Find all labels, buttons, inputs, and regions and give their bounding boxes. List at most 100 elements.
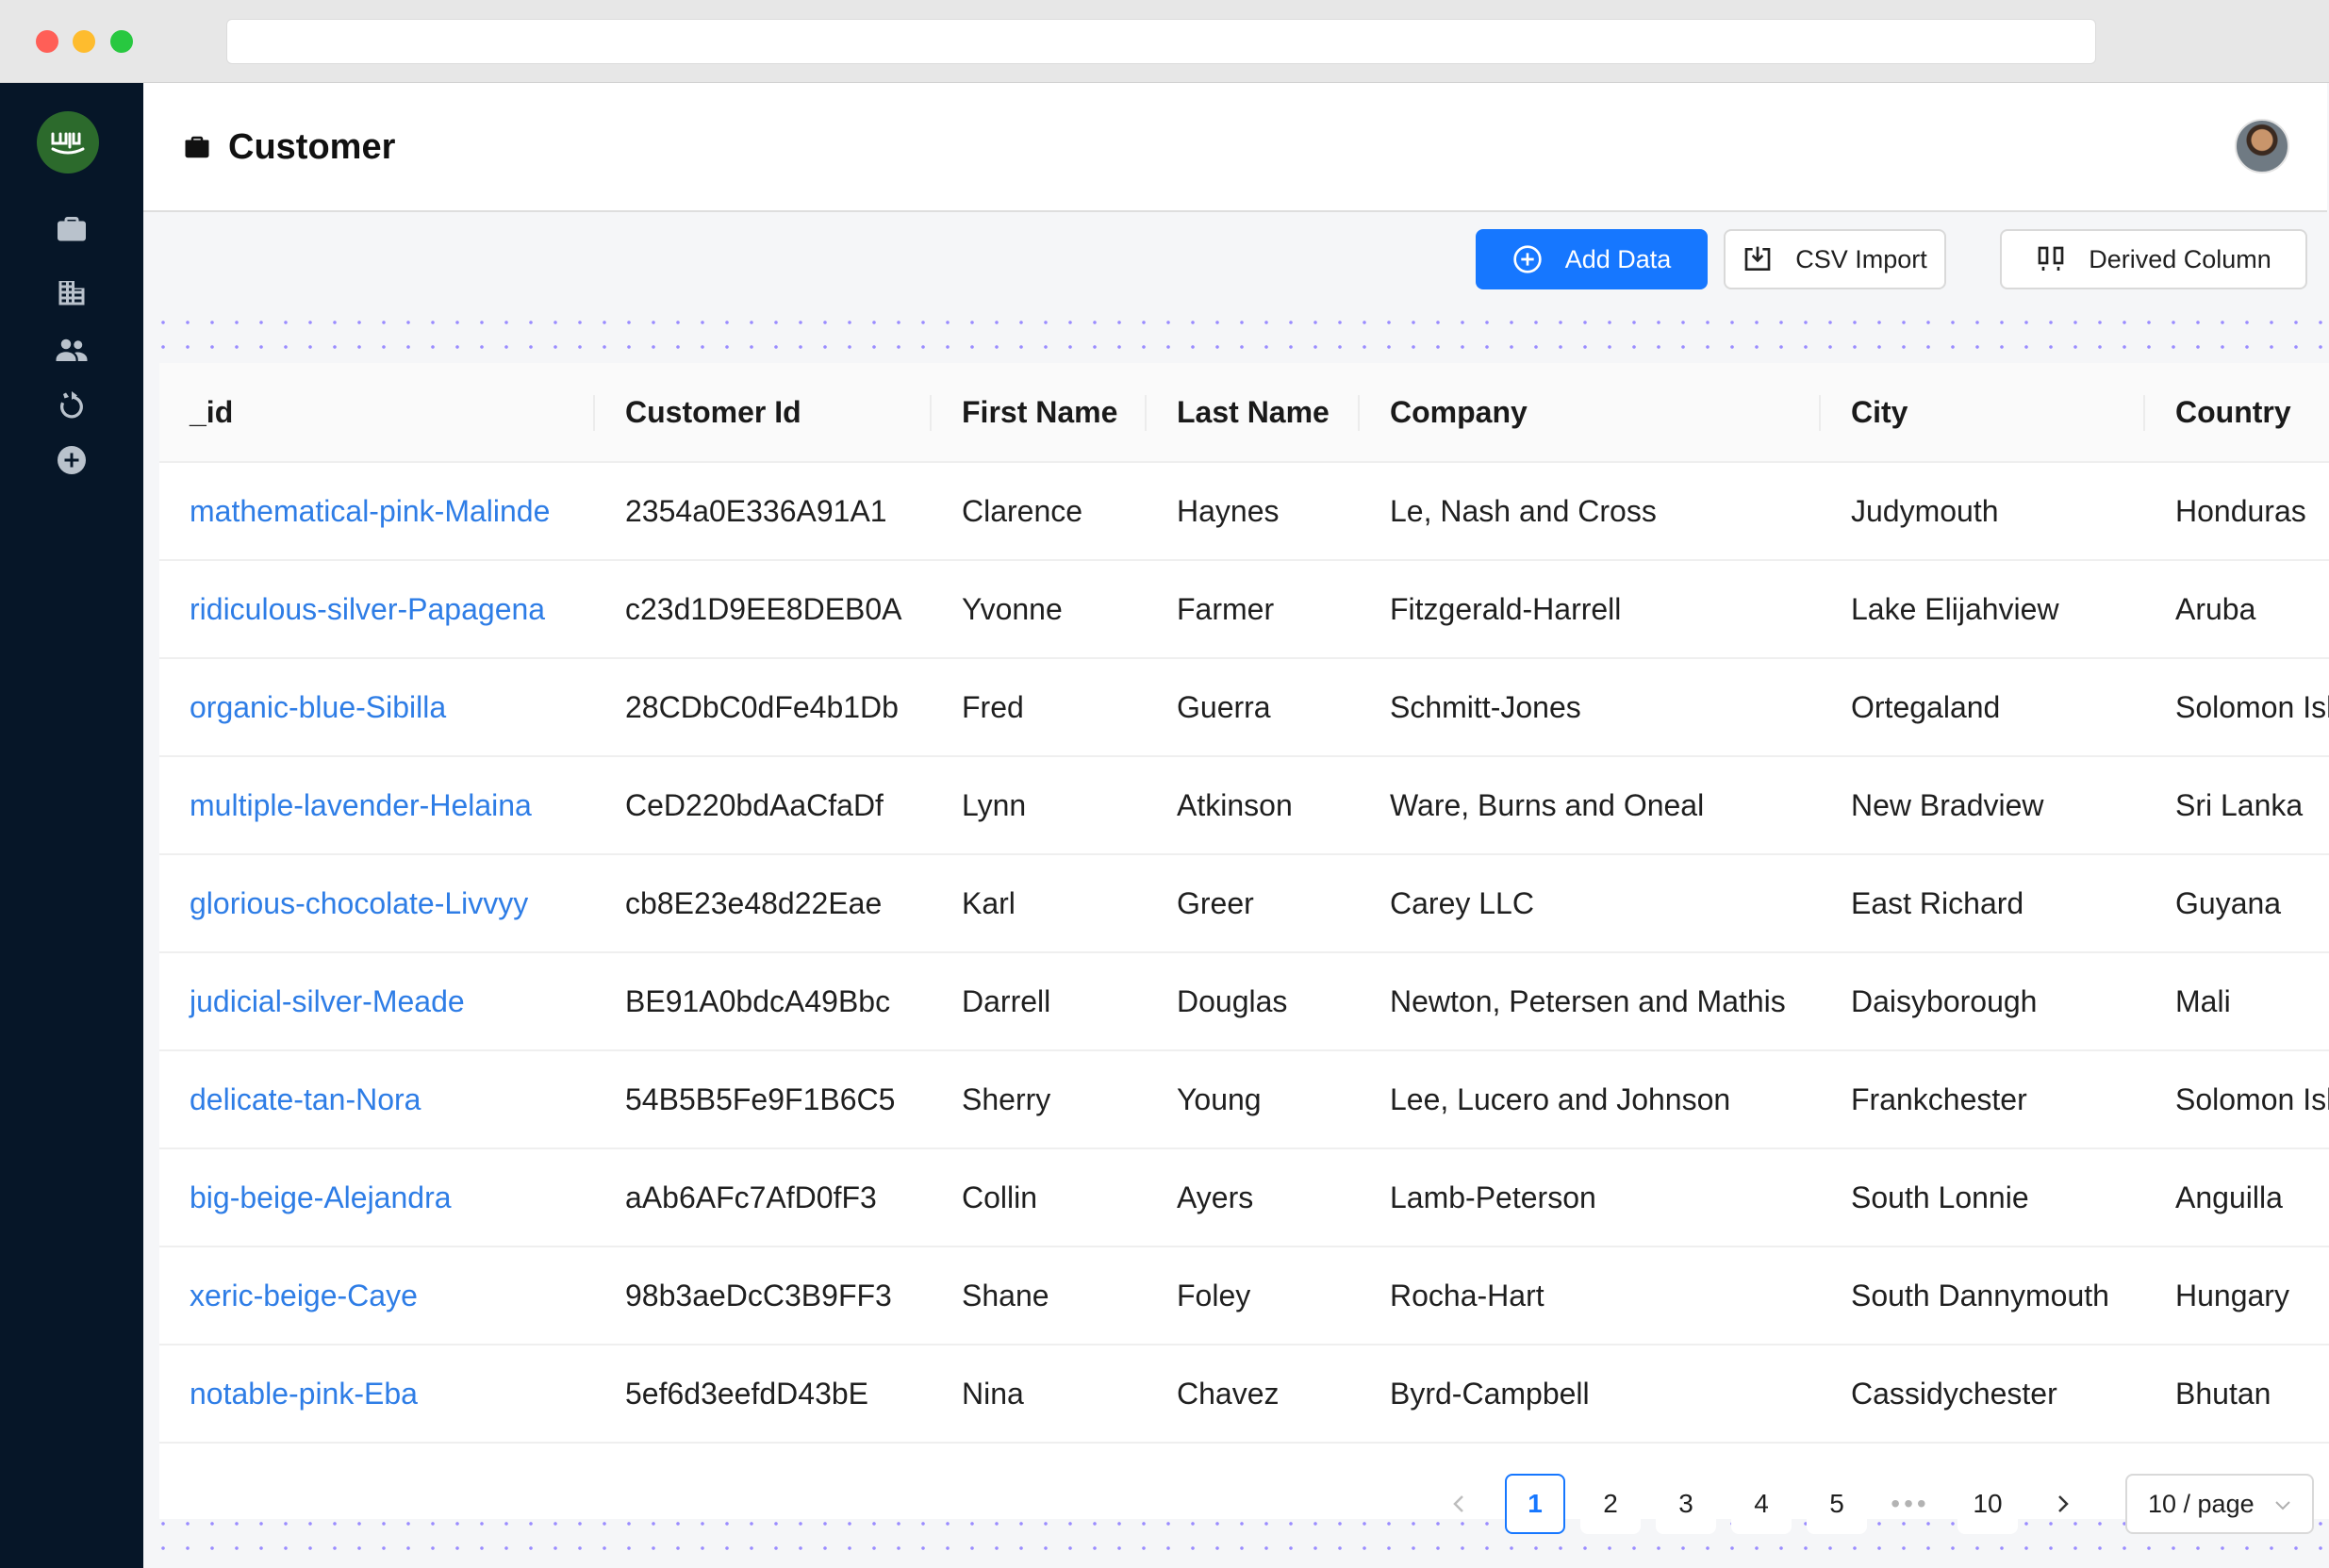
users-icon[interactable] <box>55 333 89 367</box>
cell-company: Lamb-Peterson <box>1360 1148 1821 1247</box>
page-title: Customer <box>228 126 396 167</box>
cell-company: Rocha-Hart <box>1360 1246 1821 1345</box>
avatar[interactable] <box>2235 119 2289 173</box>
page-title-group: Customer <box>183 124 395 170</box>
sidebar <box>0 83 143 1568</box>
cell-first-name: Shane <box>932 1246 1147 1345</box>
cell-city: Lake Elijahview <box>1821 560 2145 659</box>
app-logo[interactable] <box>37 111 99 173</box>
table-row[interactable]: organic-blue-Sibilla 28CDbC0dFe4b1Db Fred G… <box>159 658 2329 757</box>
cell-id[interactable]: notable-pink-Eba <box>159 1345 595 1444</box>
cell-customer-id: 54B5B5Fe9F1B6C5 <box>595 1050 932 1149</box>
cell-country: Hungary <box>2145 1246 2329 1345</box>
cell-last-name: Guerra <box>1147 658 1360 757</box>
minimize-window-button[interactable] <box>73 30 95 53</box>
building-icon[interactable] <box>55 275 89 309</box>
maximize-window-button[interactable] <box>110 30 133 53</box>
cell-id[interactable]: mathematical-pink-Malinde <box>159 462 595 561</box>
cell-company: Carey LLC <box>1360 854 1821 953</box>
table-row[interactable]: big-beige-Alejandra aAb6AFc7AfD0fF3 Collin… <box>159 1148 2329 1247</box>
page-button-5[interactable]: 5 <box>1807 1474 1867 1534</box>
table-row[interactable]: glorious-chocolate-Livvyy cb8E23e48d22Eae… <box>159 854 2329 953</box>
page-button-3[interactable]: 3 <box>1656 1474 1716 1534</box>
cell-id[interactable]: judicial-silver-Meade <box>159 952 595 1051</box>
cell-company: Ware, Burns and Oneal <box>1360 756 1821 855</box>
csv-import-button[interactable]: CSV Import <box>1724 229 1946 289</box>
table-row[interactable]: xeric-beige-Caye 98b3aeDcC3B9FF3 Shane Fole… <box>159 1246 2329 1345</box>
cell-first-name: Clarence <box>932 462 1147 561</box>
page-size-value: 10 / page <box>2148 1489 2255 1518</box>
chevron-right-icon <box>2058 1495 2069 1512</box>
cell-customer-id: CeD220bdAaCfaDf <box>595 756 932 855</box>
cell-city: Judymouth <box>1821 462 2145 561</box>
cell-first-name: Fred <box>932 658 1147 757</box>
cell-city: South Lonnie <box>1821 1148 2145 1247</box>
cell-id[interactable]: glorious-chocolate-Livvyy <box>159 854 595 953</box>
column-header-company[interactable]: Company <box>1360 363 1821 463</box>
cell-country: Mali <box>2145 952 2329 1051</box>
table-header-row: _id Customer Id First Name Last Name Com… <box>159 363 2329 463</box>
cell-country: Solomon Islands <box>2145 1050 2329 1149</box>
cell-city: Ortegaland <box>1821 658 2145 757</box>
column-header-id[interactable]: _id <box>159 363 595 463</box>
cycle-icon[interactable] <box>55 388 89 422</box>
page-ellipsis[interactable]: ••• <box>1880 1474 1941 1534</box>
column-header-last-name[interactable]: Last Name <box>1147 363 1360 463</box>
add-data-button[interactable]: Add Data <box>1476 229 1708 289</box>
cell-id[interactable]: delicate-tan-Nora <box>159 1050 595 1149</box>
table-row[interactable]: ridiculous-silver-Papagena c23d1D9EE8DEB0… <box>159 560 2329 659</box>
prev-page-button[interactable] <box>1429 1474 1489 1534</box>
cell-company: Lee, Lucero and Johnson <box>1360 1050 1821 1149</box>
cell-company: Schmitt-Jones <box>1360 658 1821 757</box>
cell-id[interactable]: big-beige-Alejandra <box>159 1148 595 1247</box>
cell-city: East Richard <box>1821 854 2145 953</box>
column-header-first-name[interactable]: First Name <box>932 363 1147 463</box>
column-header-customer-id[interactable]: Customer Id <box>595 363 932 463</box>
page-button-1[interactable]: 1 <box>1505 1474 1565 1534</box>
cell-city: Frankchester <box>1821 1050 2145 1149</box>
next-page-button[interactable] <box>2033 1474 2093 1534</box>
import-icon <box>1744 246 1771 271</box>
table-row[interactable]: judicial-silver-Meade BE91A0bdcA49Bbc Darr… <box>159 952 2329 1051</box>
briefcase-icon <box>185 136 209 158</box>
table-row[interactable]: delicate-tan-Nora 54B5B5Fe9F1B6C5 Sherry Yo… <box>159 1050 2329 1149</box>
cell-id[interactable]: ridiculous-silver-Papagena <box>159 560 595 659</box>
cell-customer-id: cb8E23e48d22Eae <box>595 854 932 953</box>
page-button-2[interactable]: 2 <box>1580 1474 1641 1534</box>
cell-customer-id: BE91A0bdcA49Bbc <box>595 952 932 1051</box>
table-row[interactable]: mathematical-pink-Malinde 2354a0E336A91A1… <box>159 462 2329 561</box>
briefcase-icon[interactable] <box>55 211 89 245</box>
close-window-button[interactable] <box>36 30 58 53</box>
table-row[interactable]: notable-pink-Eba 5ef6d3eefdD43bE Nina Chave… <box>159 1345 2329 1444</box>
cell-id[interactable]: multiple-lavender-Helaina <box>159 756 595 855</box>
cell-customer-id: 98b3aeDcC3B9FF3 <box>595 1246 932 1345</box>
plus-circle-icon <box>1513 245 1542 273</box>
cell-last-name: Young <box>1147 1050 1360 1149</box>
plus-circle-icon[interactable] <box>55 443 89 477</box>
table-row[interactable]: multiple-lavender-Helaina CeD220bdAaCfaDf… <box>159 756 2329 855</box>
column-header-city[interactable]: City <box>1821 363 2145 463</box>
cell-company: Le, Nash and Cross <box>1360 462 1821 561</box>
data-table: _id Customer Id First Name Last Name Com… <box>159 363 2329 1519</box>
cell-country: Solomon Islands <box>2145 658 2329 757</box>
page-size-select[interactable]: 10 / page <box>2125 1474 2314 1534</box>
cell-customer-id: aAb6AFc7AfD0fF3 <box>595 1148 932 1247</box>
cell-id[interactable]: organic-blue-Sibilla <box>159 658 595 757</box>
cell-last-name: Haynes <box>1147 462 1360 561</box>
cell-first-name: Yvonne <box>932 560 1147 659</box>
cell-city: Daisyborough <box>1821 952 2145 1051</box>
cell-last-name: Atkinson <box>1147 756 1360 855</box>
cell-id[interactable]: xeric-beige-Caye <box>159 1246 595 1345</box>
cell-city: Cassidychester <box>1821 1345 2145 1444</box>
page-button-4[interactable]: 4 <box>1731 1474 1792 1534</box>
cell-country: Guyana <box>2145 854 2329 953</box>
cell-first-name: Nina <box>932 1345 1147 1444</box>
cell-first-name: Lynn <box>932 756 1147 855</box>
page-button-10[interactable]: 10 <box>1957 1474 2018 1534</box>
column-header-country[interactable]: Country <box>2145 363 2329 463</box>
derived-column-button[interactable]: Derived Column <box>2000 229 2307 289</box>
page-header: Customer <box>143 83 2327 212</box>
cell-customer-id: 2354a0E336A91A1 <box>595 462 932 561</box>
address-bar[interactable] <box>226 19 2096 64</box>
chevron-down-icon <box>2272 1493 2293 1513</box>
